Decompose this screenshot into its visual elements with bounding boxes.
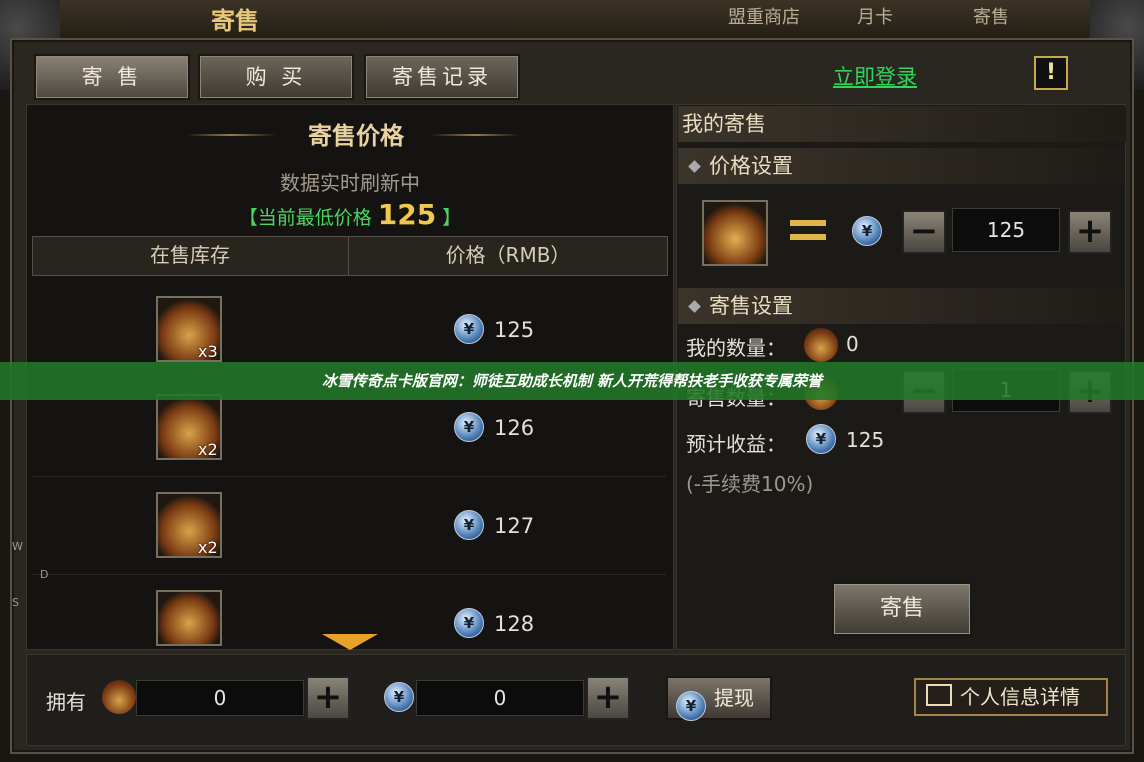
- gold-bag-icon: [702, 200, 768, 266]
- row-price: 126: [494, 416, 535, 440]
- currency-icon: ¥: [676, 691, 706, 721]
- price-setting-label: 价格设置: [709, 154, 793, 178]
- scroll-down-arrow-icon[interactable]: [322, 634, 378, 650]
- my-consign-title: 我的寄售: [678, 106, 1126, 142]
- lowest-price-suffix: 】: [442, 207, 462, 229]
- price-input[interactable]: 125: [952, 208, 1060, 252]
- sale-setting-label: 寄售设置: [709, 294, 793, 318]
- tab-consign[interactable]: 寄 售: [34, 54, 190, 100]
- lowest-price-value: 125: [377, 198, 437, 231]
- row-qty: x2: [198, 440, 218, 459]
- column-price: 价格（RMB）: [445, 243, 571, 267]
- title-ornament-right: [430, 134, 520, 136]
- own-label: 拥有: [46, 690, 86, 714]
- currency-icon: ¥: [384, 682, 414, 712]
- refresh-status: 数据实时刷新中: [280, 171, 420, 195]
- top-nav-consign[interactable]: 寄售: [956, 6, 1026, 30]
- login-link[interactable]: 立即登录: [800, 60, 950, 94]
- currency-icon: ¥: [852, 216, 882, 246]
- row-qty: x3: [198, 342, 218, 361]
- sale-setting-header: 寄售设置: [678, 288, 1122, 324]
- row-qty: x2: [198, 538, 218, 557]
- tab-consign-records[interactable]: 寄售记录: [364, 54, 520, 100]
- my-qty-label: 我的数量：: [686, 336, 786, 360]
- sell-button[interactable]: 寄售: [832, 582, 972, 636]
- gold-bag-icon: [804, 328, 838, 362]
- price-minus-button[interactable]: −: [902, 210, 946, 254]
- profile-details-button[interactable]: 个人信息详情: [914, 678, 1108, 716]
- income-value: 125: [846, 428, 885, 452]
- my-qty-value: 0: [846, 332, 859, 356]
- side-letter: D: [40, 568, 49, 581]
- withdraw-label: 提现: [714, 686, 754, 710]
- withdraw-button[interactable]: ¥ 提现: [666, 676, 772, 721]
- diamond-icon: [688, 160, 701, 173]
- diamond-icon: [688, 300, 701, 313]
- profile-details-label: 个人信息详情: [960, 685, 1080, 709]
- coin-count-field: 0: [416, 680, 584, 716]
- column-stock: 在售库存: [150, 243, 230, 267]
- equals-icon: [790, 216, 826, 244]
- promo-banner: 冰雪传奇点卡版官网：师徒互助成长机制 新人开荒得帮扶老手收获专属荣誉: [0, 362, 1144, 400]
- currency-icon: ¥: [806, 424, 836, 454]
- row-price: 127: [494, 514, 535, 538]
- currency-icon: ¥: [454, 608, 484, 638]
- currency-icon: ¥: [454, 412, 484, 442]
- tab-buy[interactable]: 购 买: [198, 54, 354, 100]
- income-label: 预计收益：: [686, 432, 786, 456]
- row-price: 125: [494, 318, 535, 342]
- side-letter: S: [12, 596, 19, 609]
- gold-bag-icon: [102, 680, 136, 714]
- window-title: 寄售: [211, 7, 259, 35]
- lowest-price-line: 【当前最低价格 125 】: [160, 198, 540, 232]
- price-setting-header: 价格设置: [678, 148, 1122, 184]
- top-nav-shop[interactable]: 盟重商店: [714, 6, 814, 30]
- warning-icon[interactable]: !: [1034, 56, 1068, 90]
- fee-note: (-手续费10%): [686, 472, 814, 496]
- side-letter: W: [12, 540, 23, 553]
- top-nav-monthly-card[interactable]: 月卡: [840, 6, 910, 30]
- price-plus-button[interactable]: +: [1068, 210, 1112, 254]
- add-coin-button[interactable]: +: [586, 676, 630, 720]
- table-header-divider: [348, 236, 349, 276]
- row-price: 128: [494, 612, 535, 636]
- lowest-price-prefix: 【当前最低价格: [238, 207, 372, 229]
- add-item-button[interactable]: +: [306, 676, 350, 720]
- price-list-title: 寄售价格: [308, 122, 404, 150]
- currency-icon: ¥: [454, 510, 484, 540]
- gold-bag-icon: [156, 590, 222, 646]
- table-row[interactable]: [32, 478, 666, 575]
- item-count-field: 0: [136, 680, 304, 716]
- title-ornament-left: [186, 134, 276, 136]
- currency-icon: ¥: [454, 314, 484, 344]
- profile-card-icon: [926, 684, 952, 706]
